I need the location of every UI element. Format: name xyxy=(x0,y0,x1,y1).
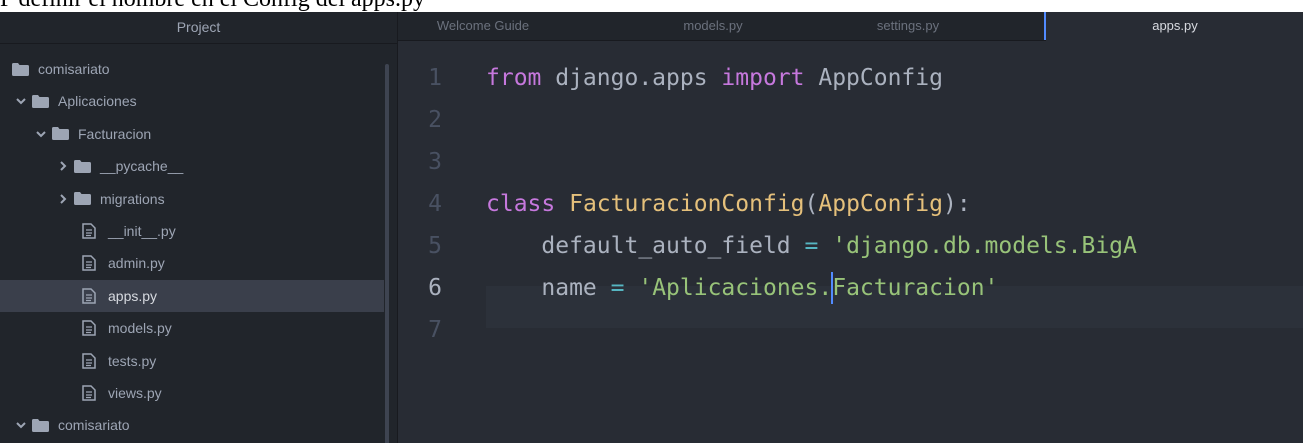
code-token: 'Aplicaciones. xyxy=(638,275,833,301)
tree-folder-item[interactable]: Facturacion xyxy=(0,118,384,150)
folder-icon xyxy=(52,118,70,150)
line-number-gutter: 1 2 3 4 5 6 7 xyxy=(398,57,470,351)
tree-item-label: migrations xyxy=(100,190,165,207)
project-tree-panel: Project comisariato Aplicaciones Facturaci… xyxy=(0,12,398,443)
tree-file-item[interactable]: models.py xyxy=(0,312,384,344)
tree-folder-item[interactable]: comisariato xyxy=(0,409,384,441)
tree-item-label: comisariato xyxy=(58,417,130,434)
tree-item-label: __pycache__ xyxy=(100,158,184,175)
tab-models-py[interactable]: models.py xyxy=(628,12,798,40)
tree-item-label: tests.py xyxy=(108,352,157,369)
tree-folder-item[interactable]: migrations xyxy=(0,183,384,215)
code-token: class xyxy=(486,191,556,217)
code-line[interactable] xyxy=(486,99,1137,141)
tree-file-item[interactable]: apps.py xyxy=(0,279,384,313)
code-token: AppConfig xyxy=(818,191,943,217)
code-line[interactable]: name = 'Aplicaciones. Facturacion' xyxy=(486,267,1137,309)
folder-icon xyxy=(32,409,50,441)
tree-folder-item[interactable]: comisariato xyxy=(0,53,384,85)
file-text-icon xyxy=(82,280,100,312)
tree-folder-item[interactable]: Aplicaciones xyxy=(0,85,384,117)
file-tree: comisariato Aplicaciones Facturacion __pyca… xyxy=(0,53,384,442)
tree-item-label: Facturacion xyxy=(78,125,152,142)
code-token: 'django.db.models.BigA xyxy=(832,233,1137,259)
file-text-icon xyxy=(82,215,100,247)
file-text-icon xyxy=(82,312,100,344)
tree-file-item[interactable]: views.py xyxy=(0,377,384,409)
project-panel-title: Project xyxy=(0,12,397,44)
code-editor[interactable]: 1 2 3 4 5 6 7 from django.apps import AppConfi… xyxy=(398,41,1303,443)
code-line[interactable]: class FacturacionConfig(AppConfig): xyxy=(486,183,1137,225)
atom-editor-window: Project comisariato Aplicaciones Facturaci… xyxy=(0,12,1303,443)
chevron-down-icon[interactable] xyxy=(16,85,26,117)
line-number: 3 xyxy=(428,149,442,175)
code-line[interactable] xyxy=(486,141,1137,183)
code-line[interactable] xyxy=(486,309,1137,351)
line-number: 6 xyxy=(428,275,442,301)
file-text-icon xyxy=(82,345,100,377)
tab-apps-py[interactable]: apps.py xyxy=(1046,12,1303,41)
code-token: import xyxy=(721,65,805,91)
active-tab-marker xyxy=(1044,12,1046,40)
tree-item-label: comisariato xyxy=(38,61,110,77)
chevron-down-icon[interactable] xyxy=(16,409,26,441)
tab-settings-py[interactable]: settings.py xyxy=(828,12,988,40)
tree-item-label: Aplicaciones xyxy=(58,93,137,110)
file-text-icon xyxy=(82,247,100,279)
code-token: name xyxy=(486,275,611,301)
code-token: from xyxy=(486,65,542,91)
code-line[interactable]: from django.apps import AppConfig xyxy=(486,57,1137,99)
chevron-down-icon[interactable] xyxy=(36,118,46,150)
line-number: 7 xyxy=(428,317,442,343)
folder-icon xyxy=(12,53,30,85)
tree-item-label: admin.py xyxy=(108,255,165,272)
line-number: 1 xyxy=(428,65,442,91)
tree-file-item[interactable]: tests.py xyxy=(0,345,384,377)
code-token: default_auto_field xyxy=(486,233,805,259)
code-token: ): xyxy=(943,191,971,217)
code-token: AppConfig xyxy=(804,65,943,91)
folder-icon xyxy=(32,85,50,117)
file-text-icon xyxy=(82,377,100,409)
tree-folder-item[interactable]: __pycache__ xyxy=(0,150,384,182)
tree-file-item[interactable]: admin.py xyxy=(0,247,384,279)
chevron-right-icon[interactable] xyxy=(58,183,68,215)
tree-item-label: models.py xyxy=(108,320,172,337)
folder-icon xyxy=(74,150,92,182)
tree-file-item[interactable]: __init__.py xyxy=(0,215,384,247)
tab-welcome-guide[interactable]: Welcome Guide xyxy=(398,12,568,40)
code-token: Facturacion' xyxy=(832,275,999,301)
code-token: ( xyxy=(804,191,819,217)
code-token: = xyxy=(804,233,819,259)
tree-item-label: apps.py xyxy=(108,287,158,304)
code-content[interactable]: from django.apps import AppConfig class F… xyxy=(486,57,1137,351)
line-number: 2 xyxy=(428,107,442,133)
line-number: 4 xyxy=(428,191,442,217)
sidebar-scrollbar[interactable] xyxy=(385,64,389,443)
tree-item-label: views.py xyxy=(108,384,162,401)
tab-bar: Welcome Guide models.py settings.py apps.py xyxy=(398,12,1303,41)
code-token: django.apps xyxy=(541,65,722,91)
code-token: = xyxy=(610,275,625,301)
code-line[interactable]: default_auto_field = 'django.db.models.B… xyxy=(486,225,1137,267)
line-number: 5 xyxy=(428,233,442,259)
chevron-right-icon[interactable] xyxy=(58,150,68,182)
code-token: FacturacionConfig xyxy=(569,191,805,217)
image-caption: P definir el nombre en el Config del app… xyxy=(0,0,700,12)
text-cursor xyxy=(831,272,834,304)
folder-icon xyxy=(74,183,92,215)
tree-item-label: __init__.py xyxy=(108,222,176,239)
